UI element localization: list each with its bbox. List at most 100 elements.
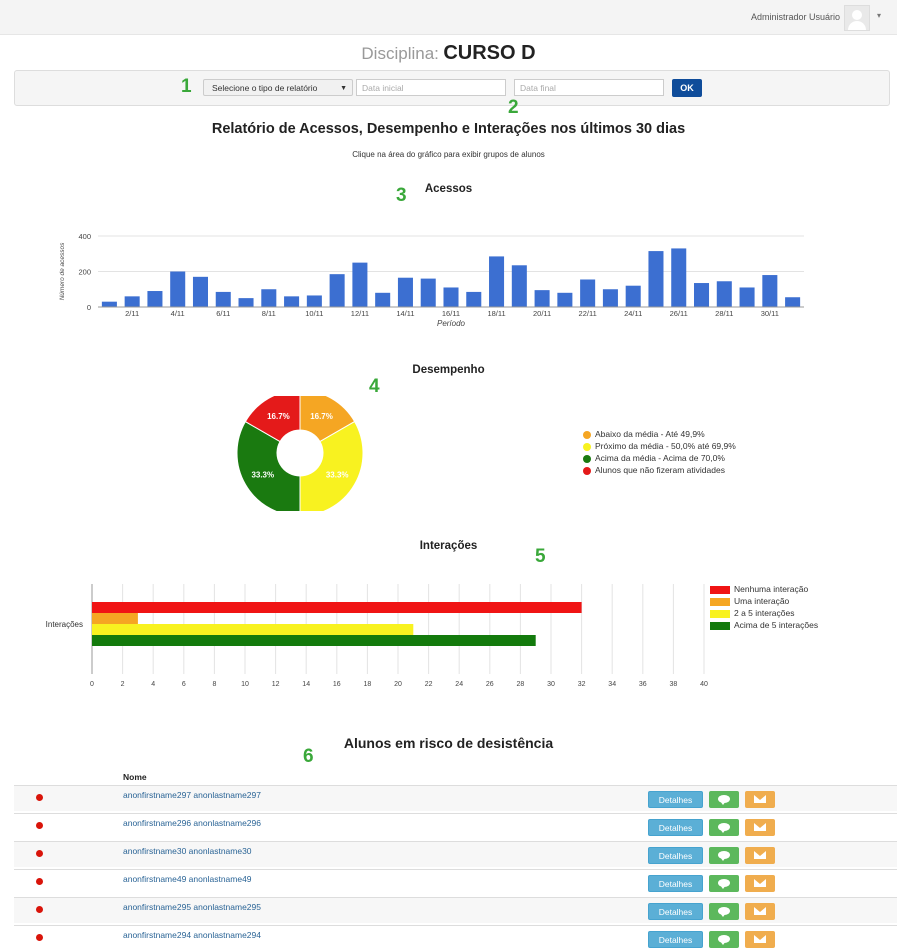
user-name[interactable]: Administrador Usuário bbox=[751, 12, 840, 22]
x-tick-label: 20/11 bbox=[533, 309, 551, 318]
details-button[interactable]: Detalhes bbox=[648, 819, 703, 836]
access-bar[interactable] bbox=[329, 274, 345, 307]
message-button[interactable] bbox=[709, 875, 739, 892]
access-bar[interactable] bbox=[762, 275, 778, 307]
access-bar[interactable] bbox=[648, 251, 664, 307]
annotation-marker-1: 1 bbox=[181, 76, 192, 97]
access-bar[interactable] bbox=[192, 276, 208, 307]
email-button[interactable] bbox=[745, 903, 775, 920]
access-bar[interactable] bbox=[602, 289, 618, 307]
legend-item[interactable]: Próximo da média - 50,0% até 69,9% bbox=[583, 440, 736, 452]
access-chart-title: Acessos bbox=[424, 183, 473, 195]
start-date-input[interactable] bbox=[356, 79, 506, 96]
access-chart[interactable]: 0 200 400 2/11 4/11 6/11 8/11 10/11 12/11 14/11 16… bbox=[0, 225, 897, 335]
access-bar[interactable] bbox=[671, 248, 687, 307]
access-bar[interactable] bbox=[215, 291, 231, 307]
x-tick-label: 14/11 bbox=[396, 309, 414, 318]
message-button[interactable] bbox=[709, 903, 739, 920]
x-tick-label: 26/11 bbox=[670, 309, 688, 318]
x-tick-label: 18/11 bbox=[487, 309, 505, 318]
student-name-link[interactable]: anonfirstname49 anonlastname49 bbox=[123, 874, 252, 884]
legend-swatch-icon bbox=[583, 454, 591, 463]
student-name-link[interactable]: anonfirstname294 anonlastname294 bbox=[123, 930, 261, 940]
access-bar[interactable] bbox=[511, 265, 527, 307]
message-button[interactable] bbox=[709, 931, 739, 948]
access-bar[interactable] bbox=[397, 277, 413, 307]
ok-button[interactable]: OK bbox=[672, 79, 702, 97]
email-button[interactable] bbox=[745, 875, 775, 892]
student-name-link[interactable]: anonfirstname296 anonlastname296 bbox=[123, 818, 261, 828]
report-type-select[interactable]: Selecione o tipo de relatório ▼ bbox=[203, 79, 353, 96]
email-button[interactable] bbox=[745, 819, 775, 836]
x-tick-label: 2/11 bbox=[125, 309, 139, 318]
x-tick-label: 24/11 bbox=[624, 309, 642, 318]
legend-item[interactable]: Abaixo da média - Até 49,9% bbox=[583, 428, 736, 440]
annotation-marker-4: 4 bbox=[369, 376, 380, 397]
access-bar[interactable] bbox=[694, 283, 710, 307]
report-subtitle: Clique na área do gráfico para exibir gr… bbox=[352, 150, 545, 159]
user-menu-caret-icon[interactable]: ▾ bbox=[877, 11, 881, 20]
details-button[interactable]: Detalhes bbox=[648, 903, 703, 920]
access-bar[interactable] bbox=[557, 292, 573, 307]
access-bar[interactable] bbox=[625, 285, 641, 307]
legend-item[interactable]: Acima de 5 interações bbox=[710, 619, 818, 631]
access-bar[interactable] bbox=[238, 298, 254, 307]
access-bar[interactable] bbox=[785, 297, 801, 307]
interactions-chart[interactable]: 0 2 4 6 8 10 12 14 16 18 20 22 24 26 28 30 32 34 36 38 40Int… bbox=[0, 578, 720, 693]
access-bar[interactable] bbox=[420, 278, 436, 307]
x-tick-label: 0 bbox=[90, 681, 94, 688]
table-row: anonfirstname296 anonlastname296 Detalhes bbox=[14, 813, 897, 839]
interaction-bar[interactable] bbox=[92, 613, 138, 624]
access-bar[interactable] bbox=[124, 296, 140, 307]
legend-item[interactable]: Nenhuma interação bbox=[710, 583, 818, 595]
student-name-link[interactable]: anonfirstname295 anonlastname295 bbox=[123, 902, 261, 912]
donut-slice[interactable] bbox=[299, 420, 364, 511]
risk-title: Alunos em risco de desistência bbox=[343, 735, 554, 751]
end-date-input[interactable] bbox=[514, 79, 664, 96]
legend-label: Acima de 5 interações bbox=[734, 620, 819, 630]
student-name-link[interactable]: anonfirstname297 anonlastname297 bbox=[123, 790, 261, 800]
legend-item[interactable]: Uma interação bbox=[710, 595, 818, 607]
access-bar[interactable] bbox=[284, 296, 300, 307]
message-button[interactable] bbox=[709, 847, 739, 864]
access-bar[interactable] bbox=[580, 279, 596, 307]
email-button[interactable] bbox=[745, 791, 775, 808]
legend-label: 2 a 5 interações bbox=[734, 608, 795, 618]
access-bar[interactable] bbox=[170, 271, 186, 308]
legend-label: Uma interação bbox=[734, 596, 790, 606]
interaction-bar[interactable] bbox=[92, 635, 536, 646]
course-label: Disciplina: bbox=[361, 44, 439, 63]
x-tick-label: 16 bbox=[333, 681, 341, 688]
user-avatar-icon[interactable] bbox=[844, 5, 870, 31]
student-name-link[interactable]: anonfirstname30 anonlastname30 bbox=[123, 846, 252, 856]
message-button[interactable] bbox=[709, 819, 739, 836]
access-bar[interactable] bbox=[489, 256, 505, 307]
access-bar[interactable] bbox=[147, 291, 163, 307]
message-button[interactable] bbox=[709, 791, 739, 808]
access-bar[interactable] bbox=[261, 289, 277, 307]
legend-item[interactable]: Acima da média - Acima de 70,0% bbox=[583, 452, 736, 464]
email-button[interactable] bbox=[745, 931, 775, 948]
interaction-bar[interactable] bbox=[92, 624, 414, 635]
access-bar[interactable] bbox=[443, 287, 459, 307]
course-title: Disciplina: CURSO D bbox=[0, 42, 897, 65]
access-bar[interactable] bbox=[352, 262, 368, 307]
interaction-bar[interactable] bbox=[92, 602, 582, 613]
details-button[interactable]: Detalhes bbox=[648, 791, 703, 808]
details-button[interactable]: Detalhes bbox=[648, 931, 703, 948]
email-button[interactable] bbox=[745, 847, 775, 864]
access-bar[interactable] bbox=[739, 287, 755, 307]
access-bar[interactable] bbox=[306, 295, 322, 307]
details-button[interactable]: Detalhes bbox=[648, 875, 703, 892]
access-bar[interactable] bbox=[466, 291, 482, 307]
access-bar[interactable] bbox=[716, 281, 732, 307]
details-button[interactable]: Detalhes bbox=[648, 847, 703, 864]
access-bar[interactable] bbox=[375, 292, 391, 307]
top-navbar: Administrador Usuário ▾ bbox=[0, 0, 897, 35]
access-bar[interactable] bbox=[101, 301, 117, 307]
legend-item[interactable]: Alunos que não fizeram atividades bbox=[583, 464, 736, 476]
performance-donut-chart[interactable]: 16.7% 33.3% 33.3% 16.7% bbox=[230, 396, 370, 511]
access-bar[interactable] bbox=[534, 290, 550, 307]
slice-value-label: 33.3% bbox=[326, 471, 349, 480]
legend-item[interactable]: 2 a 5 interações bbox=[710, 607, 818, 619]
